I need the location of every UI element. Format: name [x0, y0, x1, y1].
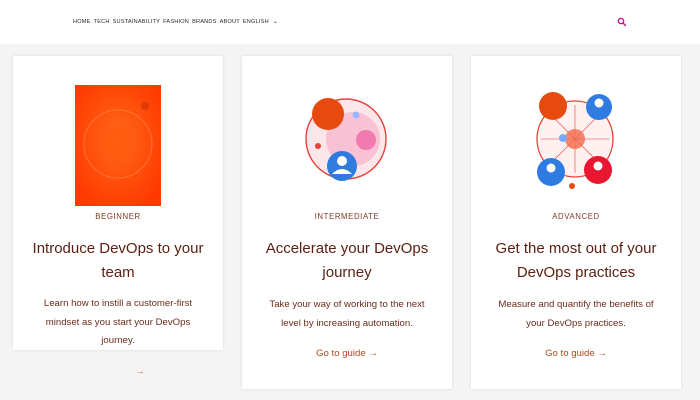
- guide-card-intermediate[interactable]: INTERMEDIATE Accelerate your DevOps jour…: [242, 56, 452, 389]
- card-title: Get the most out of your DevOps practice…: [495, 240, 657, 281]
- go-to-guide-link[interactable]: Go to guide →: [471, 348, 681, 359]
- card-title: Accelerate your DevOps journey: [265, 240, 429, 281]
- level-label: ADVANCED: [552, 212, 600, 221]
- card-description: Take your way of working to the next lev…: [269, 299, 425, 329]
- card-title: Introduce DevOps to your team: [32, 240, 204, 281]
- intermediate-illustration: [305, 98, 387, 181]
- nav-link-brands[interactable]: BRANDS: [192, 19, 217, 25]
- top-navigation: HOME TECH SUSTAINABILITY FASHION BRANDS …: [0, 0, 700, 44]
- nav-links: HOME TECH SUSTAINABILITY FASHION BRANDS …: [73, 18, 278, 26]
- beginner-illustration: [75, 85, 161, 206]
- guide-card-beginner[interactable]: BEGINNER Introduce DevOps to your team L…: [13, 56, 223, 350]
- nav-link-fashion[interactable]: FASHION: [163, 19, 189, 25]
- advanced-illustration: [536, 92, 614, 189]
- nav-link-home[interactable]: HOME: [73, 19, 91, 25]
- nav-link-about[interactable]: ABOUT: [220, 19, 240, 25]
- nav-link-tech[interactable]: TECH: [94, 19, 110, 25]
- arrow-link-icon[interactable]: →: [133, 366, 147, 376]
- search-icon[interactable]: [616, 16, 628, 28]
- go-to-guide-link[interactable]: Go to guide →: [242, 348, 452, 359]
- level-label: INTERMEDIATE: [314, 212, 380, 221]
- level-label: BEGINNER: [95, 212, 141, 221]
- nav-link-english[interactable]: ENGLISH: [243, 19, 269, 25]
- card-description: Learn how to instill a customer-first mi…: [43, 298, 193, 346]
- chevron-down-icon[interactable]: ⌄: [273, 18, 278, 25]
- nav-link-sustainability[interactable]: SUSTAINABILITY: [113, 19, 160, 25]
- card-description: Measure and quantify the benefits of you…: [498, 299, 654, 329]
- guide-card-advanced[interactable]: ADVANCED Get the most out of your DevOps…: [471, 56, 681, 389]
